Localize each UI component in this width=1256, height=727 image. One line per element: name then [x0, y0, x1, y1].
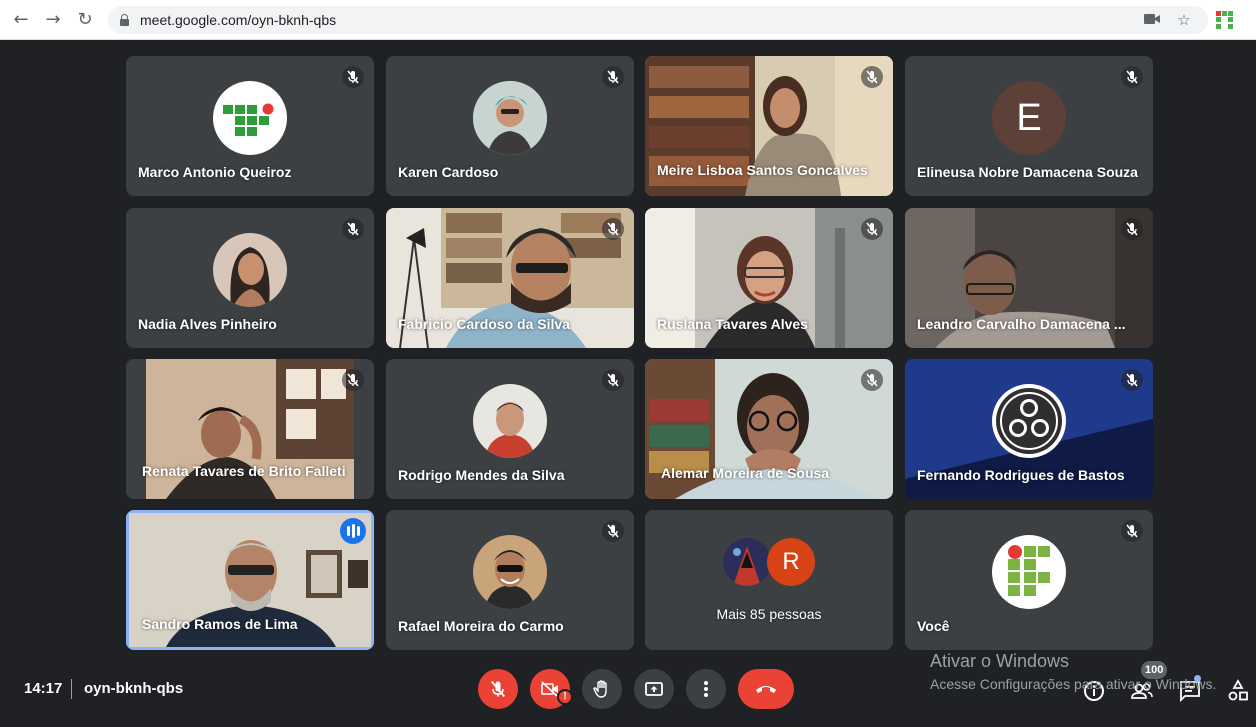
participant-tile[interactable]: Nadia Alves Pinheiro	[126, 208, 374, 348]
participant-tile[interactable]: Fernando Rodrigues de Bastos	[905, 359, 1153, 499]
participant-grid: Marco Antonio Queiroz Karen Cardoso Meir…	[126, 56, 1153, 650]
windows-activation-title: Ativar o Windows	[930, 651, 1070, 671]
mic-off-icon	[1121, 218, 1143, 240]
extension-icon[interactable]	[1216, 11, 1234, 29]
leave-call-button[interactable]	[738, 669, 794, 709]
star-icon[interactable]: ☆	[1174, 10, 1194, 30]
divider	[71, 679, 72, 699]
participant-name: Renata Tavares de Brito Falleti	[142, 463, 346, 479]
mic-off-icon	[602, 520, 624, 542]
participant-name: Alemar Moreira de Sousa	[661, 465, 830, 481]
address-bar[interactable]: meet.google.com/oyn-bknh-qbs ☆	[108, 6, 1208, 34]
meeting-code: oyn-bknh-qbs	[84, 680, 184, 697]
institute-logo	[992, 535, 1066, 609]
avatar: E	[992, 81, 1066, 155]
avatar	[473, 535, 547, 609]
camera-icon[interactable]	[1142, 10, 1162, 30]
participant-tile-speaking[interactable]: Sandro Ramos de Lima	[126, 510, 374, 650]
more-participants-tile[interactable]: R Mais 85 pessoas	[645, 510, 893, 650]
speaking-indicator-icon	[340, 518, 366, 544]
participant-tile[interactable]: Ruslana Tavares Alves	[645, 208, 893, 348]
arrow-left-icon[interactable]: ←	[10, 9, 32, 31]
url-text: meet.google.com/oyn-bknh-qbs	[140, 12, 337, 28]
participant-name: Rodrigo Mendes da Silva	[398, 467, 565, 483]
mic-off-icon	[342, 369, 364, 391]
activities-icon[interactable]	[1226, 679, 1250, 703]
reload-icon[interactable]: ↻	[74, 9, 96, 31]
avatar	[473, 384, 547, 458]
mic-off-icon	[1121, 369, 1143, 391]
avatar	[723, 538, 771, 586]
participant-tile[interactable]: E Elineusa Nobre Damacena Souza	[905, 56, 1153, 196]
participant-name: Sandro Ramos de Lima	[142, 616, 298, 632]
participant-name: Fernando Rodrigues de Bastos	[917, 467, 1125, 483]
camera-warning-badge: !	[557, 689, 573, 705]
participant-tile[interactable]: Rafael Moreira do Carmo	[386, 510, 634, 650]
avatar	[473, 81, 547, 155]
mic-off-icon	[861, 218, 883, 240]
participant-tile[interactable]: Alemar Moreira de Sousa	[645, 359, 893, 499]
participant-tile[interactable]: Rodrigo Mendes da Silva	[386, 359, 634, 499]
mic-off-icon	[861, 66, 883, 88]
participant-tile[interactable]: Fabricio Cardoso da Silva	[386, 208, 634, 348]
mic-off-icon	[602, 66, 624, 88]
mic-off-icon	[1121, 66, 1143, 88]
participant-name: Você	[917, 618, 950, 634]
participant-name: Marco Antonio Queiroz	[138, 164, 292, 180]
institute-logo	[213, 81, 287, 155]
browser-toolbar: ← → ↻ meet.google.com/oyn-bknh-qbs ☆	[0, 0, 1256, 40]
participant-tile[interactable]: Leandro Carvalho Damacena ...	[905, 208, 1153, 348]
participant-tile[interactable]: Renata Tavares de Brito Falleti	[126, 359, 374, 499]
more-options-button[interactable]	[686, 669, 726, 709]
participant-tile[interactable]: Meire Lisboa Santos Goncalves	[645, 56, 893, 196]
participant-name: Leandro Carvalho Damacena ...	[917, 316, 1126, 332]
mic-off-icon	[342, 218, 364, 240]
present-screen-button[interactable]	[634, 669, 674, 709]
obs-logo	[992, 384, 1066, 458]
mic-off-icon	[1121, 520, 1143, 542]
participant-name: Rafael Moreira do Carmo	[398, 618, 564, 634]
participant-tile[interactable]: Marco Antonio Queiroz	[126, 56, 374, 196]
raise-hand-button[interactable]	[582, 669, 622, 709]
participant-name: Meire Lisboa Santos Goncalves	[657, 162, 868, 178]
participant-name: Elineusa Nobre Damacena Souza	[917, 164, 1138, 180]
lock-icon	[120, 14, 129, 26]
mic-off-icon	[342, 66, 364, 88]
participant-name: Nadia Alves Pinheiro	[138, 316, 277, 332]
windows-activation-subtitle: Acesse Configurações para ativar o Windo…	[930, 676, 1217, 692]
arrow-right-icon[interactable]: →	[42, 9, 64, 31]
participant-name: Karen Cardoso	[398, 164, 499, 180]
clock: 14:17	[24, 680, 63, 697]
avatar: R	[767, 538, 815, 586]
avatar	[213, 233, 287, 307]
more-participants-label: Mais 85 pessoas	[716, 606, 822, 622]
mic-off-icon	[861, 369, 883, 391]
mic-off-icon	[602, 218, 624, 240]
participant-tile-self[interactable]: Você	[905, 510, 1153, 650]
participant-tile[interactable]: Karen Cardoso	[386, 56, 634, 196]
participant-name: Ruslana Tavares Alves	[657, 316, 808, 332]
mic-off-icon	[602, 369, 624, 391]
participant-name: Fabricio Cardoso da Silva	[398, 316, 570, 332]
mic-toggle-button[interactable]	[478, 669, 518, 709]
